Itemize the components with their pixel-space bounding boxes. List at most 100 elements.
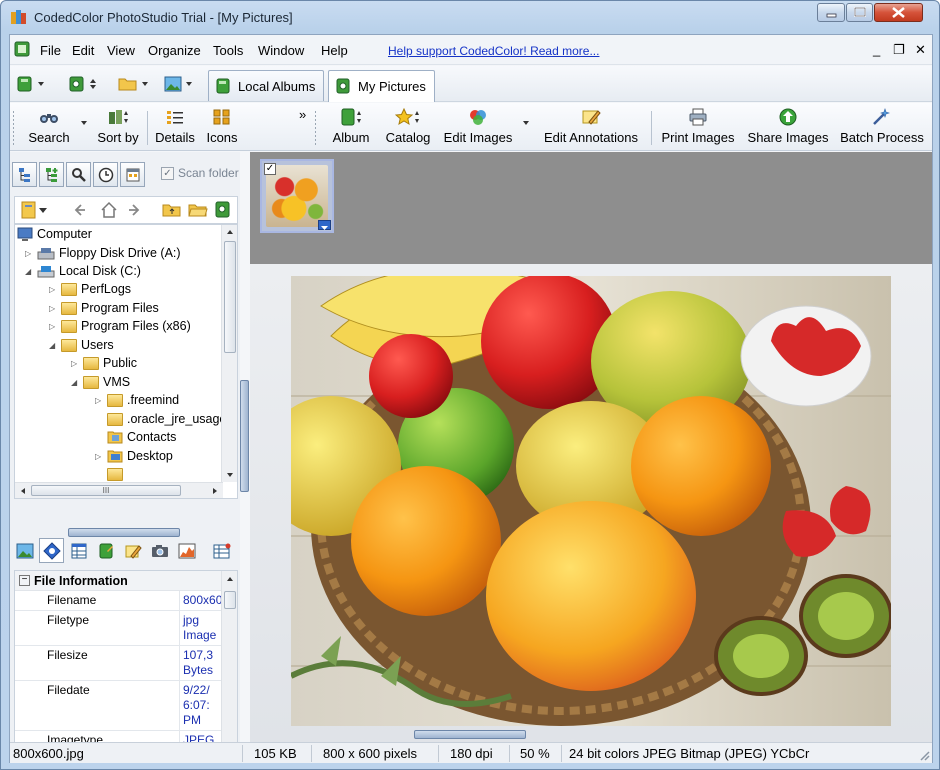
catalog-spin-button[interactable]: [68, 73, 97, 95]
tab-local-albums[interactable]: Local Albums: [208, 70, 325, 101]
mdi-close-button[interactable]: ✕: [915, 42, 926, 58]
tree-item-floppy[interactable]: ▷ Floppy Disk Drive (A:): [25, 244, 181, 262]
back-arrow-icon[interactable]: [73, 203, 87, 217]
tree-item-program-files[interactable]: ▷ Program Files: [49, 299, 159, 317]
property-row-filename[interactable]: Filename 800x600.jpg: [15, 591, 223, 611]
menu-file[interactable]: File: [40, 43, 61, 58]
menu-help[interactable]: Help: [321, 43, 348, 58]
chevron-down-icon[interactable]: [522, 119, 530, 127]
tab-file-info[interactable]: [39, 538, 64, 563]
fruit-photo[interactable]: [291, 276, 891, 726]
tab-catalog[interactable]: [120, 162, 145, 187]
image-view-dropdown[interactable]: [164, 73, 193, 95]
panel-splitter-horizontal[interactable]: [68, 528, 180, 537]
toolbar-grip[interactable]: [13, 111, 14, 145]
scroll-thumb[interactable]: [224, 591, 236, 609]
tree-horizontal-scrollbar[interactable]: III: [15, 482, 223, 498]
scroll-right-icon[interactable]: [212, 487, 218, 495]
menu-tools[interactable]: Tools: [213, 43, 243, 58]
print-images-button[interactable]: Print Images: [656, 107, 740, 147]
close-button[interactable]: [874, 3, 923, 22]
mdi-restore-button[interactable]: ❐: [893, 42, 905, 58]
catalog-icon[interactable]: [214, 201, 232, 219]
scroll-left-icon[interactable]: [20, 487, 26, 495]
property-row-filesize[interactable]: Filesize 107,3 Bytes: [15, 646, 223, 681]
toolbar-overflow-button[interactable]: »: [299, 107, 306, 122]
menu-window[interactable]: Window: [258, 43, 304, 58]
tab-album-info[interactable]: [93, 538, 118, 563]
tab-album-tree[interactable]: [39, 162, 64, 187]
collapse-arrow-icon[interactable]: ◢: [49, 341, 57, 350]
menu-edit[interactable]: Edit: [72, 43, 94, 58]
edit-annotations-button[interactable]: Edit Annotations: [536, 107, 646, 147]
catalog-button[interactable]: Catalog: [382, 107, 434, 147]
tab-exif[interactable]: [66, 538, 91, 563]
tree-item-public[interactable]: ▷ Public: [71, 354, 137, 372]
search-button[interactable]: Search: [26, 107, 72, 147]
tab-properties[interactable]: [209, 538, 234, 563]
properties-vertical-scrollbar[interactable]: [221, 571, 237, 755]
chevron-down-icon[interactable]: [80, 119, 88, 127]
tree-item-users[interactable]: ◢ Users: [49, 336, 114, 354]
share-images-button[interactable]: Share Images: [744, 107, 832, 147]
tab-camera[interactable]: [147, 538, 172, 563]
sort-by-button[interactable]: Sort by: [92, 107, 144, 147]
new-album-dropdown[interactable]: [16, 73, 45, 95]
tree-item-program-files-x86[interactable]: ▷ Program Files (x86): [49, 317, 191, 335]
tree-item-oracle-jre-usage[interactable]: .oracle_jre_usage: [107, 410, 226, 428]
minimize-button[interactable]: [817, 3, 845, 22]
expand-arrow-icon[interactable]: ▷: [49, 304, 57, 313]
expand-arrow-icon[interactable]: ▷: [95, 452, 103, 461]
tree-item-vms[interactable]: ◢ VMS: [71, 373, 130, 391]
home-icon[interactable]: [100, 201, 118, 219]
file-information-header[interactable]: − File Information: [15, 571, 223, 591]
folder-up-icon[interactable]: [162, 202, 182, 218]
mdi-minimize-button[interactable]: _: [873, 42, 880, 57]
thumbnail-menu-button[interactable]: [318, 220, 331, 230]
expand-arrow-icon[interactable]: ▷: [71, 359, 79, 368]
tree-vertical-scrollbar[interactable]: [221, 225, 237, 482]
scroll-thumb[interactable]: [224, 241, 236, 353]
toolbar-grip[interactable]: [315, 111, 316, 145]
collapse-minus-icon[interactable]: −: [19, 575, 30, 586]
scroll-down-icon[interactable]: [226, 472, 234, 478]
document-menu-icon[interactable]: [14, 41, 30, 57]
scroll-up-icon[interactable]: [226, 576, 234, 582]
menu-view[interactable]: View: [107, 43, 135, 58]
tree-item-local-disk[interactable]: ◢ Local Disk (C:): [25, 262, 141, 280]
property-row-filedate[interactable]: Filedate 9/22/ 6:07: PM: [15, 681, 223, 731]
expand-arrow-icon[interactable]: ▷: [95, 396, 103, 405]
tab-preview[interactable]: [12, 538, 37, 563]
thumbnail-checkbox[interactable]: ✓: [264, 163, 276, 175]
tree-item-perflogs[interactable]: ▷ PerfLogs: [49, 280, 131, 298]
scroll-up-icon[interactable]: [226, 229, 234, 235]
help-support-link[interactable]: Help support CodedColor! Read more...: [388, 44, 599, 58]
folder-open-icon[interactable]: [188, 202, 208, 218]
tree-item-freemind[interactable]: ▷ .freemind: [95, 391, 179, 409]
title-bar[interactable]: CodedColor PhotoStudio Trial - [My Pictu…: [1, 1, 939, 34]
edit-images-button[interactable]: Edit Images: [442, 107, 514, 147]
collapse-arrow-icon[interactable]: ◢: [25, 267, 33, 276]
h-scroll-thumb[interactable]: III: [31, 485, 181, 496]
open-folder-dropdown[interactable]: [118, 73, 149, 95]
expand-arrow-icon[interactable]: ▷: [49, 322, 57, 331]
tree-item-desktop[interactable]: ▷ Desktop: [95, 447, 173, 465]
scan-folder-checkbox[interactable]: ✓ Scan folder: [161, 166, 239, 180]
tree-item-more[interactable]: [107, 465, 123, 483]
forward-arrow-icon[interactable]: [127, 203, 141, 217]
menu-organize[interactable]: Organize: [148, 43, 201, 58]
thumbnail-item[interactable]: ✓: [260, 159, 334, 233]
expand-arrow-icon[interactable]: ▷: [49, 285, 57, 294]
tab-annotations[interactable]: [120, 538, 145, 563]
tab-my-pictures[interactable]: My Pictures: [328, 70, 435, 102]
tab-search[interactable]: [66, 162, 91, 187]
tree-item-contacts[interactable]: Contacts: [107, 428, 176, 446]
collapse-arrow-icon[interactable]: ◢: [71, 378, 79, 387]
maximize-button[interactable]: [846, 3, 873, 22]
property-row-filetype[interactable]: Filetype jpg Image: [15, 611, 223, 646]
details-button[interactable]: Details: [153, 107, 197, 147]
panel-splitter-vertical[interactable]: [240, 380, 249, 492]
album-button[interactable]: Album: [328, 107, 374, 147]
tab-history[interactable]: [93, 162, 118, 187]
resize-grip-icon[interactable]: [918, 749, 930, 761]
